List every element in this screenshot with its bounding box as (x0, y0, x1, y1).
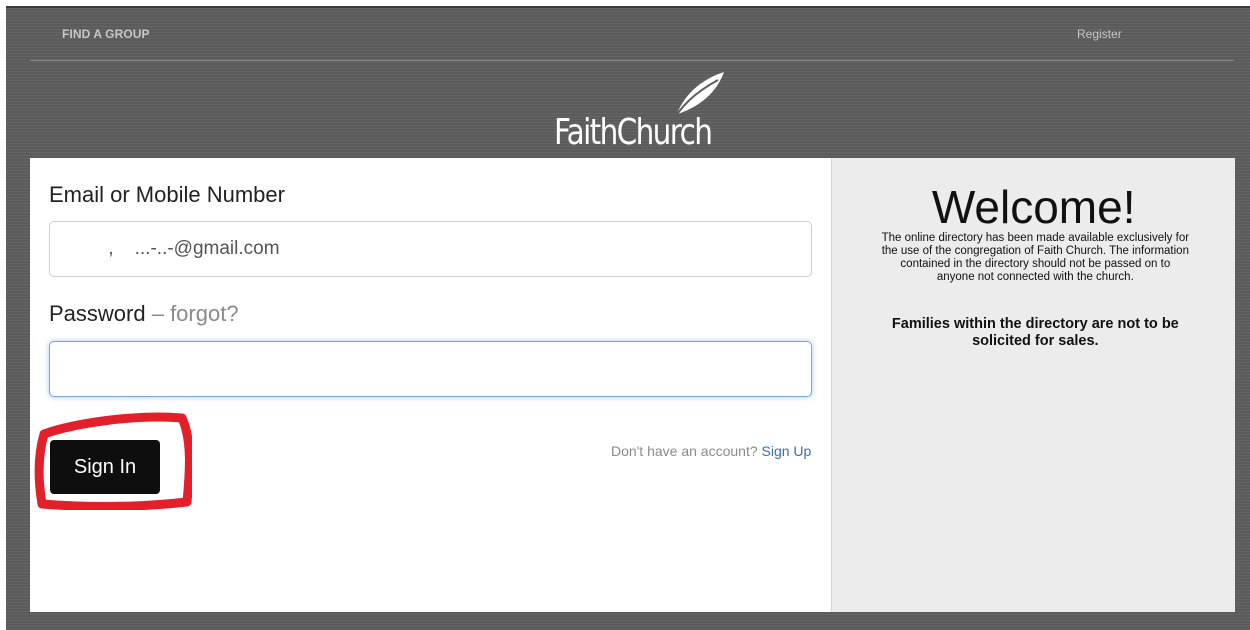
welcome-text: The online directory has been made avail… (881, 232, 1190, 283)
find-group-link[interactable]: FIND A GROUP (62, 27, 150, 41)
forgot-password-link[interactable]: forgot? (170, 301, 239, 326)
register-link[interactable]: Register (1077, 27, 1122, 41)
forgot-separator: – (145, 301, 171, 326)
signup-row: Don't have an account? Sign Up (611, 443, 811, 459)
welcome-notice: Families within the directory are not to… (891, 316, 1179, 349)
login-panel: Email or Mobile Number Password – forgot… (30, 158, 1235, 612)
email-input[interactable] (49, 221, 812, 277)
login-form: Email or Mobile Number Password – forgot… (30, 158, 831, 612)
no-account-text: Don't have an account? (610, 443, 762, 459)
faith-church-logo[interactable]: FaithChurch (546, 68, 726, 158)
logo-text: FaithChurch (554, 112, 713, 153)
sign-in-button[interactable]: Sign In (50, 440, 160, 494)
password-input[interactable] (49, 341, 812, 397)
welcome-title: Welcome! (931, 181, 1136, 233)
top-nav: FIND A GROUP Register (30, 8, 1234, 61)
email-label: Email or Mobile Number (49, 182, 285, 207)
welcome-panel: Welcome! The online directory has been m… (831, 158, 1235, 612)
page-frame: FIND A GROUP Register FaithChurch Email … (6, 6, 1250, 630)
password-label-row: Password – forgot? (49, 301, 239, 327)
sign-up-link[interactable]: Sign Up (762, 443, 812, 459)
password-label: Password (49, 301, 146, 326)
